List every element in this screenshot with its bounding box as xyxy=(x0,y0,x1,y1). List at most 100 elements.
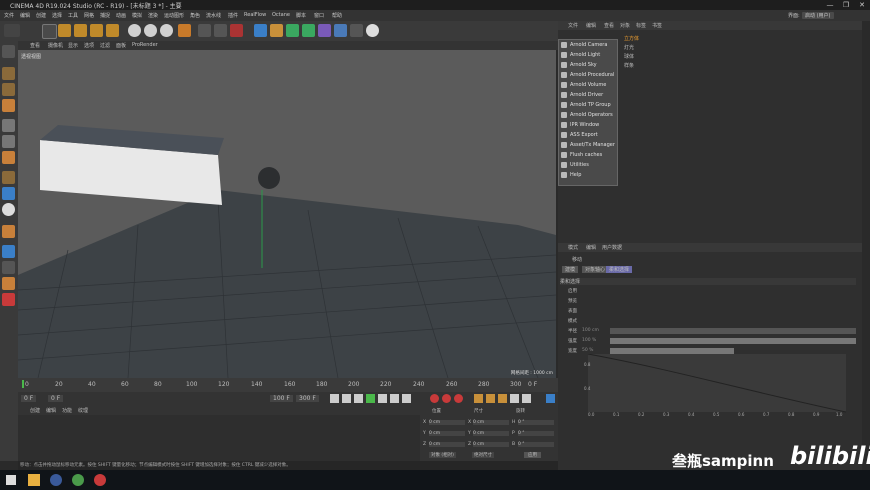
render-view-icon[interactable] xyxy=(198,24,211,37)
autokey-icon[interactable] xyxy=(442,394,451,403)
layout-select[interactable]: 启动 (用户) xyxy=(802,12,834,19)
menu-window[interactable]: 窗口 xyxy=(314,12,324,19)
next-key-icon[interactable] xyxy=(390,394,399,403)
menu-snap[interactable]: 捕捉 xyxy=(100,12,110,19)
pos-z-field[interactable]: 0 cm xyxy=(429,442,465,447)
menu-realflow[interactable]: RealFlow xyxy=(244,12,266,18)
vp-menu-prorender[interactable]: ProRender xyxy=(132,42,158,48)
vp-menu-camera[interactable]: 摄像机 xyxy=(48,42,63,49)
pen-icon[interactable] xyxy=(270,24,283,37)
menu-select[interactable]: 选择 xyxy=(52,12,62,19)
cloner-icon[interactable] xyxy=(302,24,315,37)
points-mode-icon[interactable] xyxy=(2,119,15,132)
mat-menu-create[interactable]: 创建 xyxy=(30,407,40,414)
mat-menu-edit[interactable]: 编辑 xyxy=(46,407,56,414)
close-button[interactable]: ✕ xyxy=(854,0,870,10)
falloff-graph[interactable] xyxy=(580,354,850,420)
prev-frame-icon[interactable] xyxy=(354,394,363,403)
menu-script[interactable]: 脚本 xyxy=(296,12,306,19)
menu-mesh[interactable]: 网格 xyxy=(84,12,94,19)
tab-modeling[interactable]: 建模 xyxy=(562,266,579,273)
pos-x-field[interactable]: 0 cm xyxy=(429,420,465,425)
keyframe-select-icon[interactable] xyxy=(454,394,463,403)
timeline[interactable]: 0 20 40 60 80 100 120 140 160 180 200 22… xyxy=(18,378,558,392)
render-picture-viewer-icon[interactable] xyxy=(214,24,227,37)
rot-b-field[interactable]: 0 ° xyxy=(518,442,554,447)
menu-animate[interactable]: 动画 xyxy=(116,12,126,19)
start-frame-field[interactable]: 0 F xyxy=(21,395,37,402)
paint-icon[interactable] xyxy=(2,293,15,306)
field-width-value[interactable]: 50 % xyxy=(582,348,593,353)
menu-help[interactable]: 帮助 xyxy=(332,12,342,19)
model-mode-icon[interactable] xyxy=(2,67,15,80)
vp-menu-panel[interactable]: 面板 xyxy=(116,42,126,49)
make-editable-icon[interactable] xyxy=(2,45,15,58)
rot-p-field[interactable]: 0 ° xyxy=(518,431,554,436)
size-x-field[interactable]: 0 cm xyxy=(473,420,509,425)
menu-character[interactable]: 角色 xyxy=(190,12,200,19)
record-icon[interactable] xyxy=(430,394,439,403)
goto-end-icon[interactable] xyxy=(402,394,411,403)
size-mode-select[interactable]: 绝对尺寸 xyxy=(472,452,494,458)
key-pos-icon[interactable] xyxy=(474,394,483,403)
menu-render[interactable]: 渲染 xyxy=(148,12,158,19)
menu-item-arnold-light[interactable]: Arnold Light xyxy=(559,50,617,60)
max-frame-field[interactable]: 300 F xyxy=(296,395,319,402)
menu-item-arnold-operators[interactable]: Arnold Operators xyxy=(559,110,617,120)
python-icon[interactable] xyxy=(2,245,15,258)
key-pla-icon[interactable] xyxy=(522,394,531,403)
vp-menu-filter[interactable]: 过滤 xyxy=(100,42,110,49)
object-row-spline[interactable]: 样条 xyxy=(624,62,634,71)
minimize-button[interactable]: — xyxy=(822,0,838,10)
object-row-cube[interactable]: 立方体 xyxy=(624,35,639,44)
vp-menu-display[interactable]: 显示 xyxy=(68,42,78,49)
om-menu-edit[interactable]: 编辑 xyxy=(586,22,596,29)
radius-slider[interactable] xyxy=(610,328,856,334)
playhead[interactable] xyxy=(22,380,24,388)
maximize-button[interactable]: ❐ xyxy=(838,0,854,10)
menu-item-arnold-volume[interactable]: Arnold Volume xyxy=(559,80,617,90)
current-frame-field[interactable]: 0 F xyxy=(48,395,64,402)
field-strength-value[interactable]: 100 % xyxy=(582,338,596,343)
cinema4d-taskbar-icon[interactable] xyxy=(50,474,62,486)
camera-icon[interactable] xyxy=(350,24,363,37)
perspective-viewport[interactable]: 透视视图 网格间距 : 1000 cm xyxy=(18,50,556,378)
symmetry-icon[interactable] xyxy=(2,203,15,216)
select-icon[interactable] xyxy=(42,24,57,39)
menu-tools[interactable]: 工具 xyxy=(68,12,78,19)
sculpt-icon[interactable] xyxy=(2,277,15,290)
recorder-icon[interactable] xyxy=(94,474,106,486)
material-area[interactable] xyxy=(18,415,420,461)
menu-item-arnold-sky[interactable]: Arnold Sky xyxy=(559,60,617,70)
object-row-sphere[interactable]: 球体 xyxy=(624,53,634,62)
light-icon[interactable] xyxy=(366,24,379,37)
menu-item-arnold-tp-group[interactable]: Arnold TP Group xyxy=(559,100,617,110)
scale-icon[interactable] xyxy=(74,24,87,37)
om-menu-object[interactable]: 对象 xyxy=(620,22,630,29)
key-param-icon[interactable] xyxy=(510,394,519,403)
rot-h-field[interactable]: 0 ° xyxy=(518,420,554,425)
om-menu-view[interactable]: 查看 xyxy=(604,22,614,29)
apply-button[interactable]: 应用 xyxy=(524,452,541,458)
menu-item-arnold-driver[interactable]: Arnold Driver xyxy=(559,90,617,100)
menu-pipeline[interactable]: 流水线 xyxy=(206,12,221,19)
menu-edit[interactable]: 编辑 xyxy=(20,12,30,19)
size-z-field[interactable]: 0 cm xyxy=(473,442,509,447)
menu-item-help[interactable]: Help xyxy=(559,170,617,180)
rotate-icon[interactable] xyxy=(90,24,103,37)
scene-icon[interactable] xyxy=(334,24,347,37)
prev-key-icon[interactable] xyxy=(342,394,351,403)
menu-item-asset-tx-manager[interactable]: Asset/Tx Manager xyxy=(559,140,617,150)
strength-slider[interactable] xyxy=(610,338,856,344)
menu-item-arnold-camera[interactable]: Arnold Camera xyxy=(559,40,617,50)
timeline-layout-icon[interactable] xyxy=(546,394,555,403)
menu-item-arnold-procedural[interactable]: Arnold Procedural xyxy=(559,70,617,80)
key-scale-icon[interactable] xyxy=(486,394,495,403)
edges-mode-icon[interactable] xyxy=(2,135,15,148)
key-rot-icon[interactable] xyxy=(498,394,507,403)
sphere-object[interactable] xyxy=(258,167,280,189)
menu-item-ipr-window[interactable]: IPR Window xyxy=(559,120,617,130)
coord-mode-select[interactable]: 对象 (相对) xyxy=(429,452,456,458)
windows-start-icon[interactable] xyxy=(6,475,16,485)
menu-plugins[interactable]: 插件 xyxy=(228,12,238,19)
